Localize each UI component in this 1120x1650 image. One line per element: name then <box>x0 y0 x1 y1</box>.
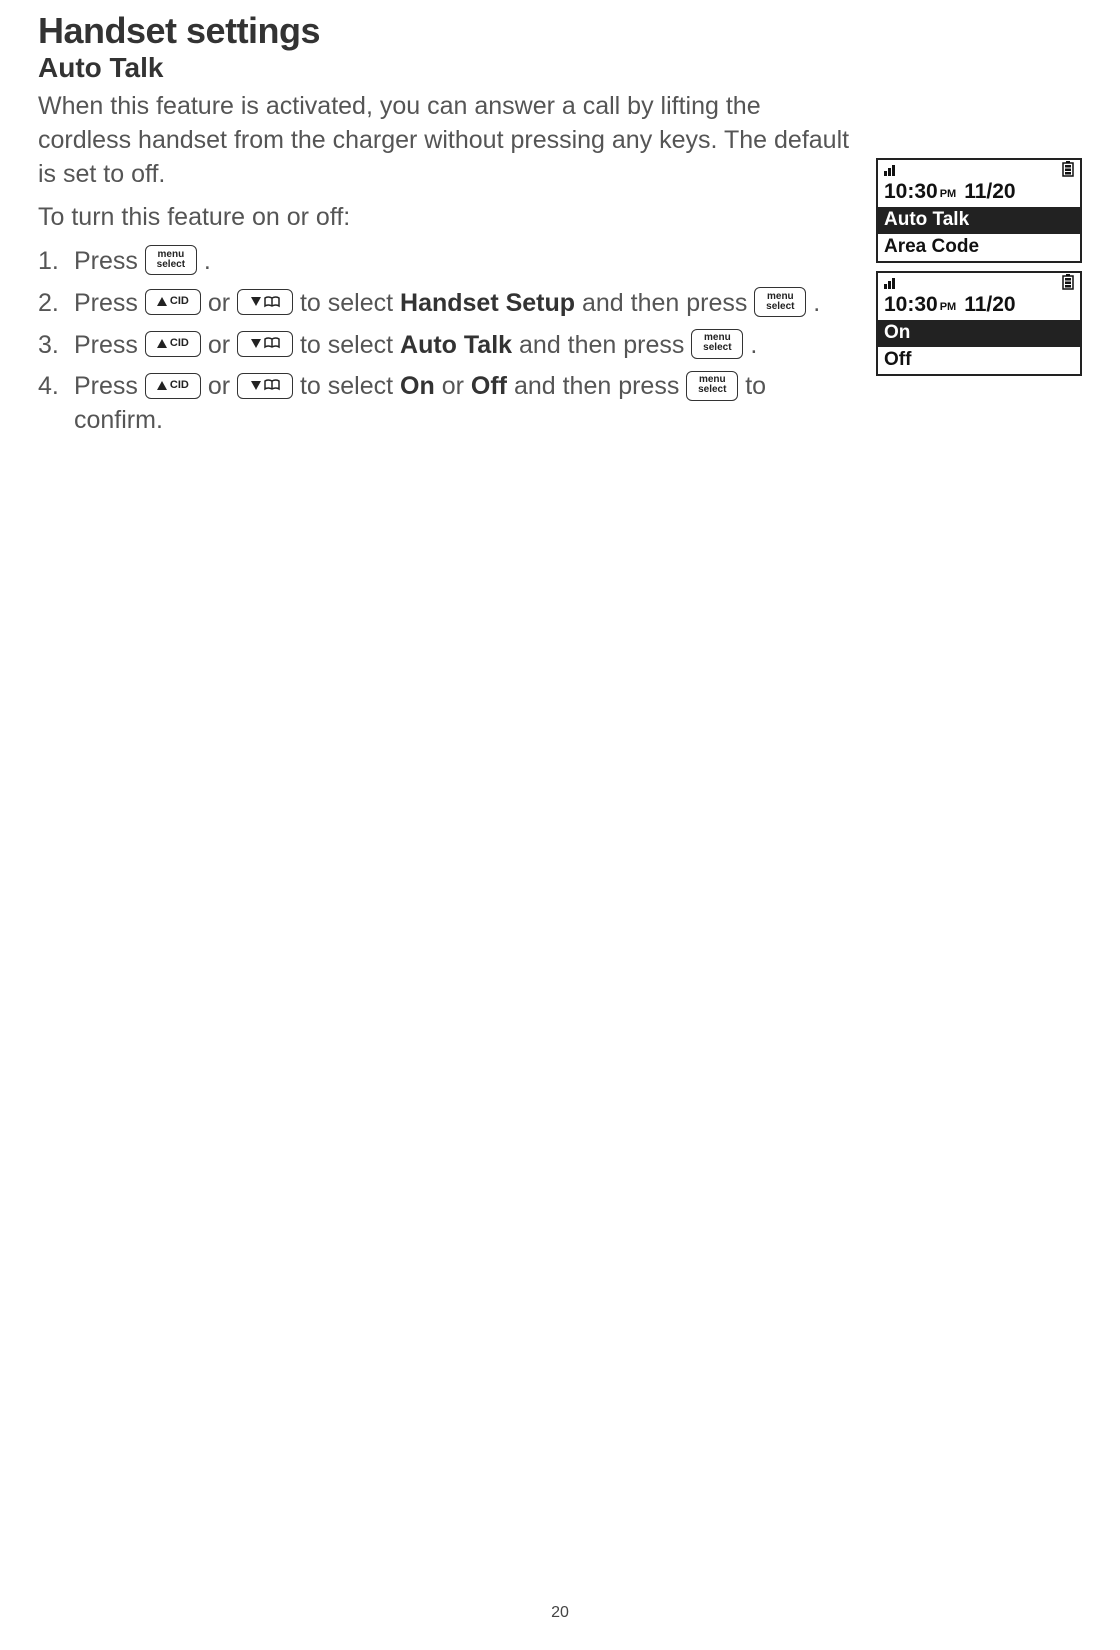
lcd-screen-2: 10:30PM 11/20 On Off <box>876 271 1082 376</box>
step-text: or <box>208 289 237 317</box>
up-cid-key-icon: CID <box>145 331 201 357</box>
battery-icon <box>1062 161 1074 182</box>
intro-text: When this feature is activated, you can … <box>38 90 860 191</box>
step-3: Press CID or to select Auto Talk <box>38 329 860 363</box>
date: 11/20 <box>964 180 1015 204</box>
step-keyword: Auto Talk <box>400 331 512 359</box>
step-text: . <box>750 331 757 359</box>
screen-mockups: 10:30PM 11/20 Auto Talk Area Code 10: <box>876 158 1082 384</box>
step-text: . <box>204 247 211 275</box>
up-cid-key-icon: CID <box>145 289 201 315</box>
signal-icon <box>884 275 900 294</box>
triangle-down-icon <box>251 339 261 348</box>
step-text: to select <box>300 289 400 317</box>
triangle-up-icon <box>157 339 167 348</box>
step-text: and then press <box>582 289 754 317</box>
page-number: 20 <box>0 1604 1120 1622</box>
select-label: select <box>766 302 794 312</box>
up-cid-key-icon: CID <box>145 373 201 399</box>
prompt-text: To turn this feature on or off: <box>38 201 860 235</box>
am-pm: PM <box>940 188 957 200</box>
time-bar: 10:30PM 11/20 <box>878 180 1080 207</box>
step-text: Press <box>74 372 145 400</box>
cid-label: CID <box>170 338 189 349</box>
triangle-up-icon <box>157 381 167 390</box>
step-text: Press <box>74 247 145 275</box>
select-label: select <box>698 385 726 395</box>
menu-select-key-icon: menu select <box>754 287 806 317</box>
book-icon <box>264 296 280 308</box>
lcd-row-selected: Auto Talk <box>878 207 1080 234</box>
battery-icon <box>1062 274 1074 295</box>
step-text: or <box>208 331 237 359</box>
cid-label: CID <box>170 296 189 307</box>
lcd-row-selected: On <box>878 320 1080 347</box>
section-subtitle: Auto Talk <box>38 52 1082 84</box>
step-text: . <box>813 289 820 317</box>
book-icon <box>264 379 280 391</box>
cid-label: CID <box>170 380 189 391</box>
date: 11/20 <box>964 293 1015 317</box>
lcd-screen-1: 10:30PM 11/20 Auto Talk Area Code <box>876 158 1082 263</box>
time: 10:30 <box>884 293 938 316</box>
triangle-up-icon <box>157 297 167 306</box>
step-text: Press <box>74 331 145 359</box>
menu-select-key-icon: menu select <box>686 371 738 401</box>
down-directory-key-icon <box>237 289 293 315</box>
book-icon <box>264 337 280 349</box>
step-keyword: Off <box>471 372 507 400</box>
select-label: select <box>703 343 731 353</box>
step-keyword: On <box>400 372 435 400</box>
step-text: to select <box>300 331 400 359</box>
down-directory-key-icon <box>237 373 293 399</box>
signal-icon <box>884 162 900 181</box>
step-text: to select <box>300 372 400 400</box>
lcd-row: Area Code <box>878 234 1080 261</box>
status-bar <box>878 273 1080 293</box>
am-pm: PM <box>940 301 957 313</box>
step-text: Press <box>74 289 145 317</box>
lcd-row: Off <box>878 347 1080 374</box>
time: 10:30 <box>884 180 938 203</box>
select-label: select <box>157 260 185 270</box>
menu-select-key-icon: menu select <box>691 329 743 359</box>
step-text: or <box>442 372 471 400</box>
steps-list: Press menu select . Press CID or <box>38 245 860 438</box>
step-text: and then press <box>514 372 686 400</box>
triangle-down-icon <box>251 297 261 306</box>
step-4: Press CID or to select On or <box>38 370 860 438</box>
down-directory-key-icon <box>237 331 293 357</box>
step-1: Press menu select . <box>38 245 860 279</box>
triangle-down-icon <box>251 381 261 390</box>
status-bar <box>878 160 1080 180</box>
step-keyword: Handset Setup <box>400 289 575 317</box>
time-bar: 10:30PM 11/20 <box>878 293 1080 320</box>
page-title: Handset settings <box>38 10 1082 52</box>
step-2: Press CID or to select Handset Setup <box>38 287 860 321</box>
step-text: and then press <box>519 331 691 359</box>
menu-select-key-icon: menu select <box>145 245 197 275</box>
step-text: or <box>208 372 237 400</box>
